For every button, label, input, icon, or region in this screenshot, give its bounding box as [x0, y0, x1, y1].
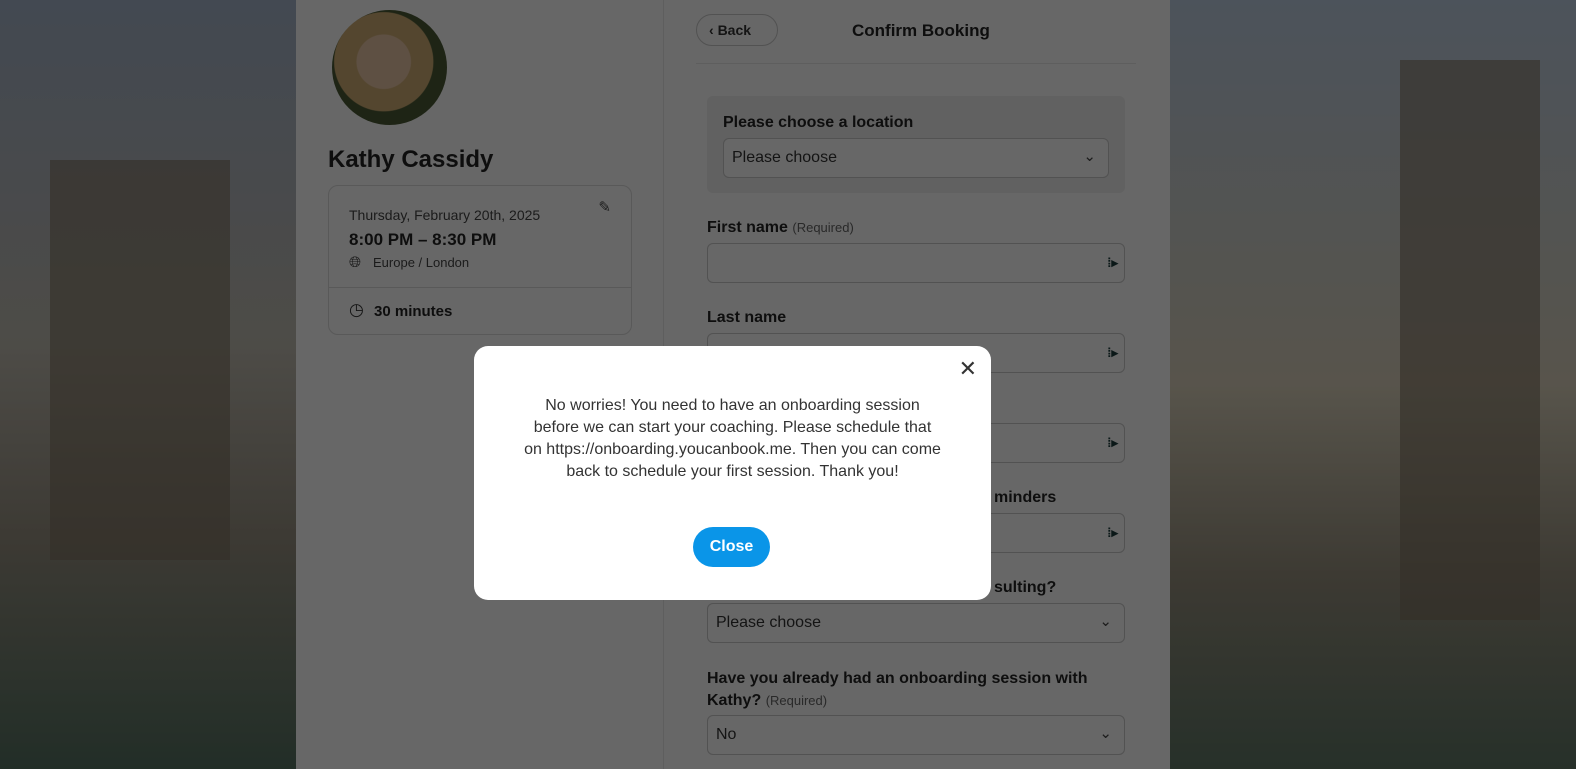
- first-name-input[interactable]: ⁞▸: [707, 243, 1125, 283]
- consulting-label: sulting?: [994, 579, 1057, 596]
- location-label: Please choose a location: [723, 114, 914, 131]
- divider: [329, 287, 631, 288]
- globe-icon: 🌐︎: [349, 254, 362, 271]
- host-name: Kathy Cassidy: [328, 146, 494, 173]
- booking-date: Thursday, February 20th, 2025: [349, 207, 541, 223]
- duration: 30 minutes: [374, 303, 453, 320]
- password-manager-icon[interactable]: ⁞▸: [1107, 525, 1118, 541]
- location-select[interactable]: Please choose ⌄: [723, 138, 1109, 178]
- back-button[interactable]: ‹ Back: [696, 14, 778, 46]
- location-section: Please choose a location Please choose ⌄: [707, 96, 1125, 193]
- timezone: Europe / London: [373, 255, 470, 270]
- close-button[interactable]: Close: [693, 527, 770, 567]
- booking-time: 8:00 PM – 8:30 PM: [349, 230, 497, 249]
- booking-details-card: Thursday, February 20th, 2025 ✎ 8:00 PM …: [328, 185, 632, 335]
- chevron-down-icon: ⌄: [1083, 148, 1096, 165]
- pencil-icon[interactable]: ✎: [598, 198, 611, 216]
- back-label: Back: [717, 22, 752, 38]
- modal-message: No worries! You need to have an onboardi…: [524, 397, 941, 480]
- chevron-down-icon: ⌄: [1099, 613, 1112, 630]
- close-icon[interactable]: ✕: [959, 356, 977, 382]
- consulting-select[interactable]: Please choose ⌄: [707, 603, 1125, 643]
- chevron-down-icon: ⌄: [1099, 725, 1112, 742]
- info-modal: ✕ No worries! You need to have an onboar…: [474, 346, 991, 600]
- clock-icon: ◷: [349, 300, 364, 319]
- first-name-label: First name (Required): [707, 219, 854, 236]
- consulting-value: Please choose: [716, 614, 821, 631]
- onboarding-select[interactable]: No ⌄: [707, 715, 1125, 755]
- avatar: [332, 10, 447, 125]
- location-value: Please choose: [732, 149, 837, 166]
- password-manager-icon[interactable]: ⁞▸: [1107, 255, 1118, 271]
- last-name-label: Last name: [707, 309, 787, 326]
- divider: [696, 63, 1136, 64]
- onboarding-label: Have you already had an onboarding sessi…: [707, 670, 1088, 709]
- password-manager-icon[interactable]: ⁞▸: [1107, 345, 1118, 361]
- page-title: Confirm Booking: [852, 21, 990, 40]
- reminders-label: minders: [994, 489, 1057, 506]
- password-manager-icon[interactable]: ⁞▸: [1107, 435, 1118, 451]
- chevron-left-icon: ‹: [709, 22, 718, 38]
- onboarding-value: No: [716, 726, 737, 743]
